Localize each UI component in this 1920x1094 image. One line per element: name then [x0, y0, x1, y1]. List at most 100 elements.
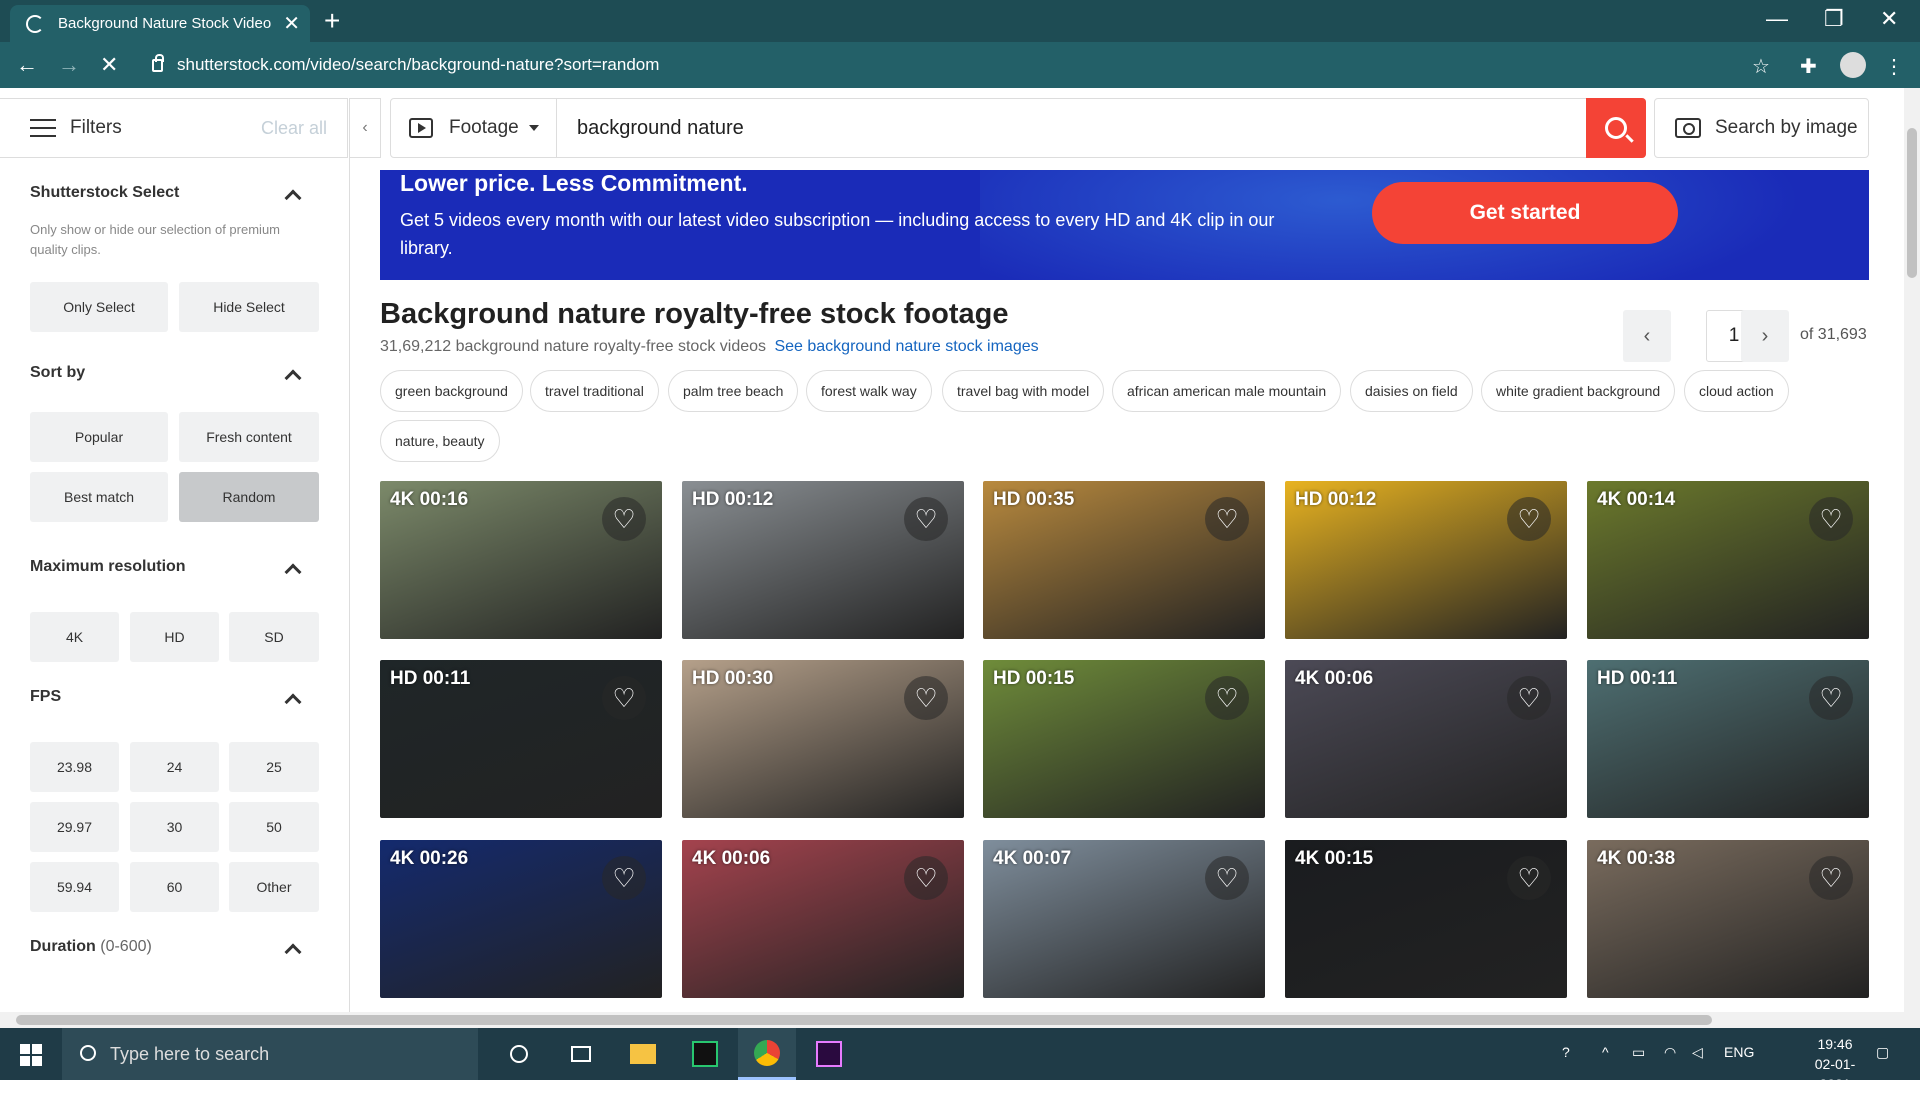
sort-random-button[interactable]: Random: [179, 472, 319, 522]
battery-icon[interactable]: ▭: [1632, 1044, 1645, 1061]
clear-all-link[interactable]: Clear all: [261, 118, 327, 139]
related-search-chip[interactable]: cloud action: [1684, 370, 1789, 412]
video-clip-tile[interactable]: HD 00:15 ♡: [983, 660, 1265, 818]
stop-loading-icon[interactable]: ✕: [100, 52, 118, 78]
heart-icon[interactable]: ♡: [904, 497, 948, 541]
resolution-hd-button[interactable]: HD: [130, 612, 219, 662]
heart-icon[interactable]: ♡: [1809, 497, 1853, 541]
help-icon[interactable]: ?: [1562, 1044, 1570, 1060]
scrollbar-thumb[interactable]: [16, 1015, 1712, 1025]
video-clip-tile[interactable]: HD 00:35 ♡: [983, 481, 1265, 639]
fps-option[interactable]: 59.94: [30, 862, 119, 912]
heart-icon[interactable]: ♡: [904, 676, 948, 720]
video-clip-tile[interactable]: HD 00:12 ♡: [1285, 481, 1567, 639]
fps-option[interactable]: 23.98: [30, 742, 119, 792]
video-clip-tile[interactable]: HD 00:11 ♡: [380, 660, 662, 818]
related-search-chip[interactable]: travel traditional: [530, 370, 659, 412]
video-clip-tile[interactable]: HD 00:11 ♡: [1587, 660, 1869, 818]
related-search-chip[interactable]: palm tree beach: [668, 370, 799, 412]
pycharm-icon[interactable]: [676, 1028, 734, 1080]
filters-label[interactable]: Filters: [70, 117, 122, 139]
extensions-puzzle-icon[interactable]: ✚: [1800, 54, 1817, 79]
sort-fresh-button[interactable]: Fresh content: [179, 412, 319, 462]
heart-icon[interactable]: ♡: [602, 676, 646, 720]
fps-option[interactable]: 60: [130, 862, 219, 912]
back-arrow-icon[interactable]: ←: [16, 52, 38, 78]
fps-option[interactable]: 25: [229, 742, 319, 792]
forward-arrow-icon[interactable]: →: [58, 52, 80, 78]
previous-page-button[interactable]: ‹: [1623, 310, 1671, 362]
wifi-icon[interactable]: ◠: [1664, 1044, 1676, 1061]
vertical-scrollbar[interactable]: [1904, 88, 1920, 1028]
sort-popular-button[interactable]: Popular: [30, 412, 168, 462]
new-tab-button[interactable]: +: [324, 6, 340, 36]
related-search-chip[interactable]: daisies on field: [1350, 370, 1473, 412]
heart-icon[interactable]: ♡: [1507, 497, 1551, 541]
language-indicator[interactable]: ENG: [1724, 1044, 1754, 1060]
fps-option[interactable]: 24: [130, 742, 219, 792]
cortana-icon[interactable]: [490, 1028, 548, 1080]
heart-icon[interactable]: ♡: [904, 856, 948, 900]
heart-icon[interactable]: ♡: [1809, 856, 1853, 900]
heart-icon[interactable]: ♡: [1809, 676, 1853, 720]
notifications-icon[interactable]: ▢: [1876, 1044, 1889, 1061]
heart-icon[interactable]: ♡: [1205, 856, 1249, 900]
video-clip-tile[interactable]: 4K 00:26 ♡: [380, 840, 662, 998]
video-clip-tile[interactable]: 4K 00:06 ♡: [682, 840, 964, 998]
chevron-up-icon[interactable]: [284, 943, 302, 961]
sort-best-match-button[interactable]: Best match: [30, 472, 168, 522]
heart-icon[interactable]: ♡: [1507, 856, 1551, 900]
chevron-up-icon[interactable]: [284, 189, 302, 207]
fps-option[interactable]: 30: [130, 802, 219, 852]
video-clip-tile[interactable]: 4K 00:07 ♡: [983, 840, 1265, 998]
heart-icon[interactable]: ♡: [1507, 676, 1551, 720]
maximize-button[interactable]: ❐: [1824, 6, 1844, 32]
heart-icon[interactable]: ♡: [1205, 497, 1249, 541]
video-clip-tile[interactable]: 4K 00:38 ♡: [1587, 840, 1869, 998]
only-select-button[interactable]: Only Select: [30, 282, 168, 332]
chevron-up-icon[interactable]: [284, 693, 302, 711]
hide-select-button[interactable]: Hide Select: [179, 282, 319, 332]
fps-option[interactable]: Other: [229, 862, 319, 912]
scrollbar-thumb[interactable]: [1907, 128, 1917, 278]
clock[interactable]: 19:46 02-01-2021: [1800, 1034, 1870, 1094]
close-window-button[interactable]: ✕: [1880, 6, 1898, 32]
task-view-icon[interactable]: [552, 1028, 610, 1080]
fps-option[interactable]: 29.97: [30, 802, 119, 852]
url-field[interactable]: shutterstock.com/video/search/background…: [138, 48, 1768, 82]
video-clip-tile[interactable]: 4K 00:06 ♡: [1285, 660, 1567, 818]
taskbar-search[interactable]: Type here to search: [62, 1028, 478, 1080]
video-clip-tile[interactable]: HD 00:12 ♡: [682, 481, 964, 639]
stock-images-link[interactable]: See background nature stock images: [774, 338, 1038, 355]
related-search-chip[interactable]: travel bag with model: [942, 370, 1105, 412]
tab-close-icon[interactable]: ✕: [283, 11, 300, 36]
resolution-4k-button[interactable]: 4K: [30, 612, 119, 662]
chevron-up-icon[interactable]: ^: [1602, 1044, 1609, 1060]
video-clip-tile[interactable]: HD 00:30 ♡: [682, 660, 964, 818]
volume-icon[interactable]: ◁: [1692, 1044, 1703, 1061]
search-by-image-button[interactable]: Search by image: [1654, 98, 1869, 158]
browser-menu-icon[interactable]: ⋮: [1884, 54, 1904, 79]
premiere-pro-icon[interactable]: [800, 1028, 858, 1080]
related-search-chip[interactable]: african american male mountain: [1112, 370, 1342, 412]
get-started-button[interactable]: Get started: [1372, 182, 1678, 244]
video-clip-tile[interactable]: 4K 00:15 ♡: [1285, 840, 1567, 998]
fps-option[interactable]: 50: [229, 802, 319, 852]
media-type-select[interactable]: Footage: [391, 99, 557, 157]
bookmark-star-icon[interactable]: ☆: [1752, 54, 1770, 79]
heart-icon[interactable]: ♡: [602, 497, 646, 541]
chevron-up-icon[interactable]: [284, 369, 302, 387]
heart-icon[interactable]: ♡: [602, 856, 646, 900]
related-search-chip[interactable]: green background: [380, 370, 523, 412]
related-search-chip[interactable]: nature, beauty: [380, 420, 500, 462]
search-input[interactable]: [557, 99, 1586, 157]
video-clip-tile[interactable]: 4K 00:16 ♡: [380, 481, 662, 639]
file-explorer-icon[interactable]: [614, 1028, 672, 1080]
profile-avatar[interactable]: [1840, 52, 1866, 78]
next-page-button[interactable]: ›: [1741, 310, 1789, 362]
minimize-button[interactable]: —: [1766, 6, 1788, 32]
related-search-chip[interactable]: white gradient background: [1481, 370, 1676, 412]
heart-icon[interactable]: ♡: [1205, 676, 1249, 720]
related-search-chip[interactable]: forest walk way: [806, 370, 932, 412]
chrome-icon[interactable]: [738, 1028, 796, 1080]
